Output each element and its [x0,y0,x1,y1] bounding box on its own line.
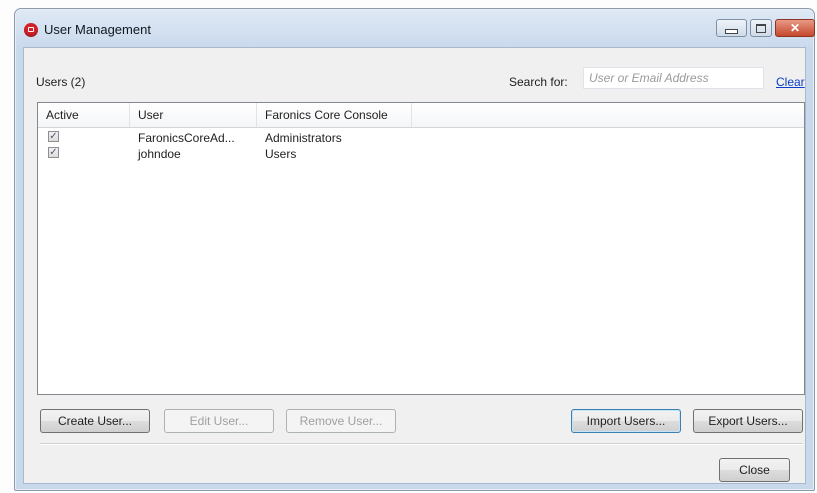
user-management-window: User Management ✕ Users (2) Search for: … [14,8,815,491]
active-checkbox[interactable]: ✓ [48,131,59,142]
edit-user-button[interactable]: Edit User... [164,409,274,433]
title-bar[interactable]: User Management ✕ [15,9,815,47]
column-header-user[interactable]: User [130,103,257,127]
column-header-console[interactable]: Faronics Core Console [257,103,412,127]
remove-user-button[interactable]: Remove User... [286,409,396,433]
dialog-body: Users (2) Search for: Clear Active User … [23,47,806,484]
list-header: Active User Faronics Core Console [38,103,804,128]
list-item[interactable]: ✓ FaronicsCoreAd... Administrators [38,129,804,146]
export-users-button[interactable]: Export Users... [693,409,803,433]
user-cell: johndoe [138,147,181,161]
import-users-button[interactable]: Import Users... [571,409,681,433]
group-cell: Users [265,147,297,161]
search-label: Search for: [509,75,568,89]
clear-link[interactable]: Clear [776,75,805,89]
minimize-button[interactable] [716,19,747,37]
close-icon: ✕ [789,21,801,35]
users-count-label: Users (2) [36,75,86,89]
list-item[interactable]: ✓ johndoe Users [38,145,804,162]
separator [40,443,803,445]
app-icon [24,23,38,37]
active-checkbox[interactable]: ✓ [48,147,59,158]
create-user-button[interactable]: Create User... [40,409,150,433]
minimize-icon [725,28,738,34]
group-cell: Administrators [265,131,342,145]
maximize-icon [756,23,766,33]
close-window-button[interactable]: ✕ [775,19,815,37]
users-list[interactable]: Active User Faronics Core Console ✓ Faro… [37,102,805,395]
close-button[interactable]: Close [719,458,790,482]
search-input[interactable] [583,67,764,89]
maximize-button[interactable] [750,19,772,37]
window-title: User Management [44,22,151,37]
user-cell: FaronicsCoreAd... [138,131,235,145]
column-header-active[interactable]: Active [38,103,130,127]
